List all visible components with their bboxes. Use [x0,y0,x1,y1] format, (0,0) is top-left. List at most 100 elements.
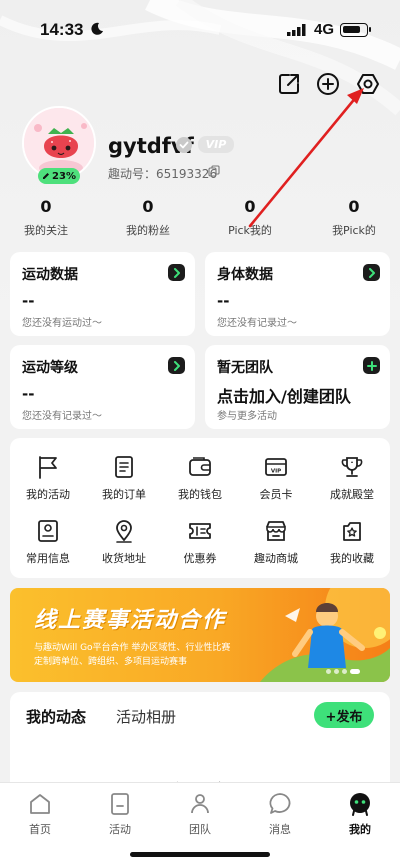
location-icon [116,520,132,543]
stat-value: 0 [142,197,154,216]
card-title: 运动等级 [22,360,78,376]
sport-data-card[interactable]: 运动数据 -- 您还没有运动过～ [10,252,195,336]
pencil-icon [43,173,50,179]
tab-label: 首页 [29,823,51,836]
grid-item-my-wallet[interactable]: 我的钱包 [162,454,238,514]
grid-item-favorites[interactable]: 我的收藏 [314,518,390,578]
stat-label: Pick我的 [228,224,272,237]
sport-level-card[interactable]: 运动等级 -- 您还没有记录过～ [10,345,195,429]
grid-label: 我的订单 [102,488,146,501]
plus-icon[interactable] [363,357,380,374]
favorites-icon [343,522,361,541]
feed-panel: 我的动态 活动相册 +发布 暂无动态 [10,692,390,797]
tab-profile[interactable]: 我的 [320,791,400,837]
promo-banner[interactable]: 线上赛事活动合作 与趣动Will Go平台合作 举办区域性、行业性比赛 定制跨单… [10,588,390,682]
user-id: 趣动号：65193326 [108,167,218,181]
grid-item-coupons[interactable]: 优惠券 [162,518,238,578]
tab-home[interactable]: 首页 [0,791,80,837]
order-icon [115,456,133,478]
network-label: 4G [314,21,335,38]
activity-icon [111,793,129,815]
copy-icon[interactable] [208,165,220,177]
banner-description-line2: 定制跨单位、跨组织、多项目运动赛事 [34,657,188,667]
grid-item-address[interactable]: 收货地址 [86,518,162,578]
add-circle-icon[interactable] [315,71,341,97]
grid-item-my-activities[interactable]: 我的活动 [10,454,86,514]
tab-label: 消息 [269,823,291,836]
stat-value: 0 [244,197,256,216]
grid-item-vip-card[interactable]: VIP 会员卡 [238,454,314,514]
grid-item-achievements[interactable]: 成就殿堂 [314,454,390,514]
stat-value: 0 [40,197,52,216]
stat-value: 0 [348,197,360,216]
body-data-card[interactable]: 身体数据 -- 您还没有记录过～ [205,252,390,336]
chevron-right-icon[interactable] [168,264,185,281]
grid-label: 我的活动 [26,488,70,501]
flag-icon [39,456,57,479]
store-icon [266,521,286,541]
id-card-icon [38,520,58,542]
chevron-right-icon[interactable] [363,264,380,281]
progress-label: 23% [52,170,76,182]
publish-button[interactable]: +发布 [314,702,374,728]
wallet-icon [189,457,211,476]
tab-label: 我的 [349,823,371,836]
tab-messages[interactable]: 消息 [240,791,320,837]
status-bar: 14:33 4G [0,0,400,60]
card-value: -- [22,292,35,310]
card-value: -- [217,292,230,310]
grid-label: 我的钱包 [178,488,222,501]
battery-icon [340,23,371,37]
share-icon[interactable] [276,71,302,97]
home-indicator [130,852,270,857]
moon-icon [91,22,103,35]
stat-followers[interactable]: 0 我的粉丝 [98,197,198,238]
grid-item-my-orders[interactable]: 我的订单 [86,454,162,514]
tab-label: 活动 [109,823,131,836]
tab-label: 团队 [189,823,211,836]
card-subtitle: 您还没有运动过～ [22,318,102,329]
grid-label: 我的收藏 [330,552,374,565]
card-value: -- [22,385,35,403]
card-title: 身体数据 [217,267,273,283]
settings-icon[interactable] [355,71,381,97]
card-title: 暂无团队 [217,360,273,376]
team-icon [191,794,209,814]
vip-badge[interactable]: VIP [198,136,234,153]
stats-row: 0 我的关注 0 我的粉丝 0 Pick我的 0 我Pick的 [0,197,400,241]
banner-pagination[interactable] [326,669,360,674]
stat-picked-me[interactable]: 0 Pick我的 [200,197,300,238]
tab-my-posts[interactable]: 我的动态 [26,706,86,727]
stat-my-picks[interactable]: 0 我Pick的 [304,197,400,238]
banner-description-line1: 与趣动Will Go平台合作 举办区域性、行业性比赛 [34,643,231,653]
chevron-right-icon[interactable] [168,357,185,374]
stat-label: 我的关注 [24,224,68,237]
pagination-dot[interactable] [342,669,347,674]
stat-following[interactable]: 0 我的关注 [0,197,96,238]
status-time: 14:33 [40,20,84,39]
vip-card-icon: VIP [265,458,287,476]
join-team-link[interactable]: 点击加入/创建团队 [217,383,351,407]
card-subtitle: 您还没有记录过～ [217,318,297,329]
message-icon [269,793,291,814]
tab-activity-album[interactable]: 活动相册 [116,706,176,727]
grid-label: 优惠券 [183,552,217,565]
pagination-dot[interactable] [326,669,331,674]
grid-label: 收货地址 [102,552,146,565]
verified-icon [176,137,192,153]
pagination-dot-active[interactable] [350,669,360,674]
grid-item-common-info[interactable]: 常用信息 [10,518,86,578]
tab-team[interactable]: 团队 [160,791,240,837]
grid-label: 趣动商城 [254,552,298,565]
service-grid: 我的活动 我的订单 我的钱包 VIP 会员卡 成就殿堂 常用信息 收货地址 优惠… [10,438,390,578]
grid-item-store[interactable]: 趣动商城 [238,518,314,578]
stat-label: 我Pick的 [332,224,376,237]
tab-activity[interactable]: 活动 [80,791,160,837]
progress-badge: 23% [38,168,80,184]
team-card[interactable]: 暂无团队 点击加入/创建团队 参与更多活动 [205,345,390,429]
stat-label: 我的粉丝 [126,224,170,237]
banner-title: 线上赛事活动合作 [34,608,227,633]
pagination-dot[interactable] [334,669,339,674]
grid-label: 会员卡 [259,488,293,501]
grid-label: 成就殿堂 [330,488,374,501]
